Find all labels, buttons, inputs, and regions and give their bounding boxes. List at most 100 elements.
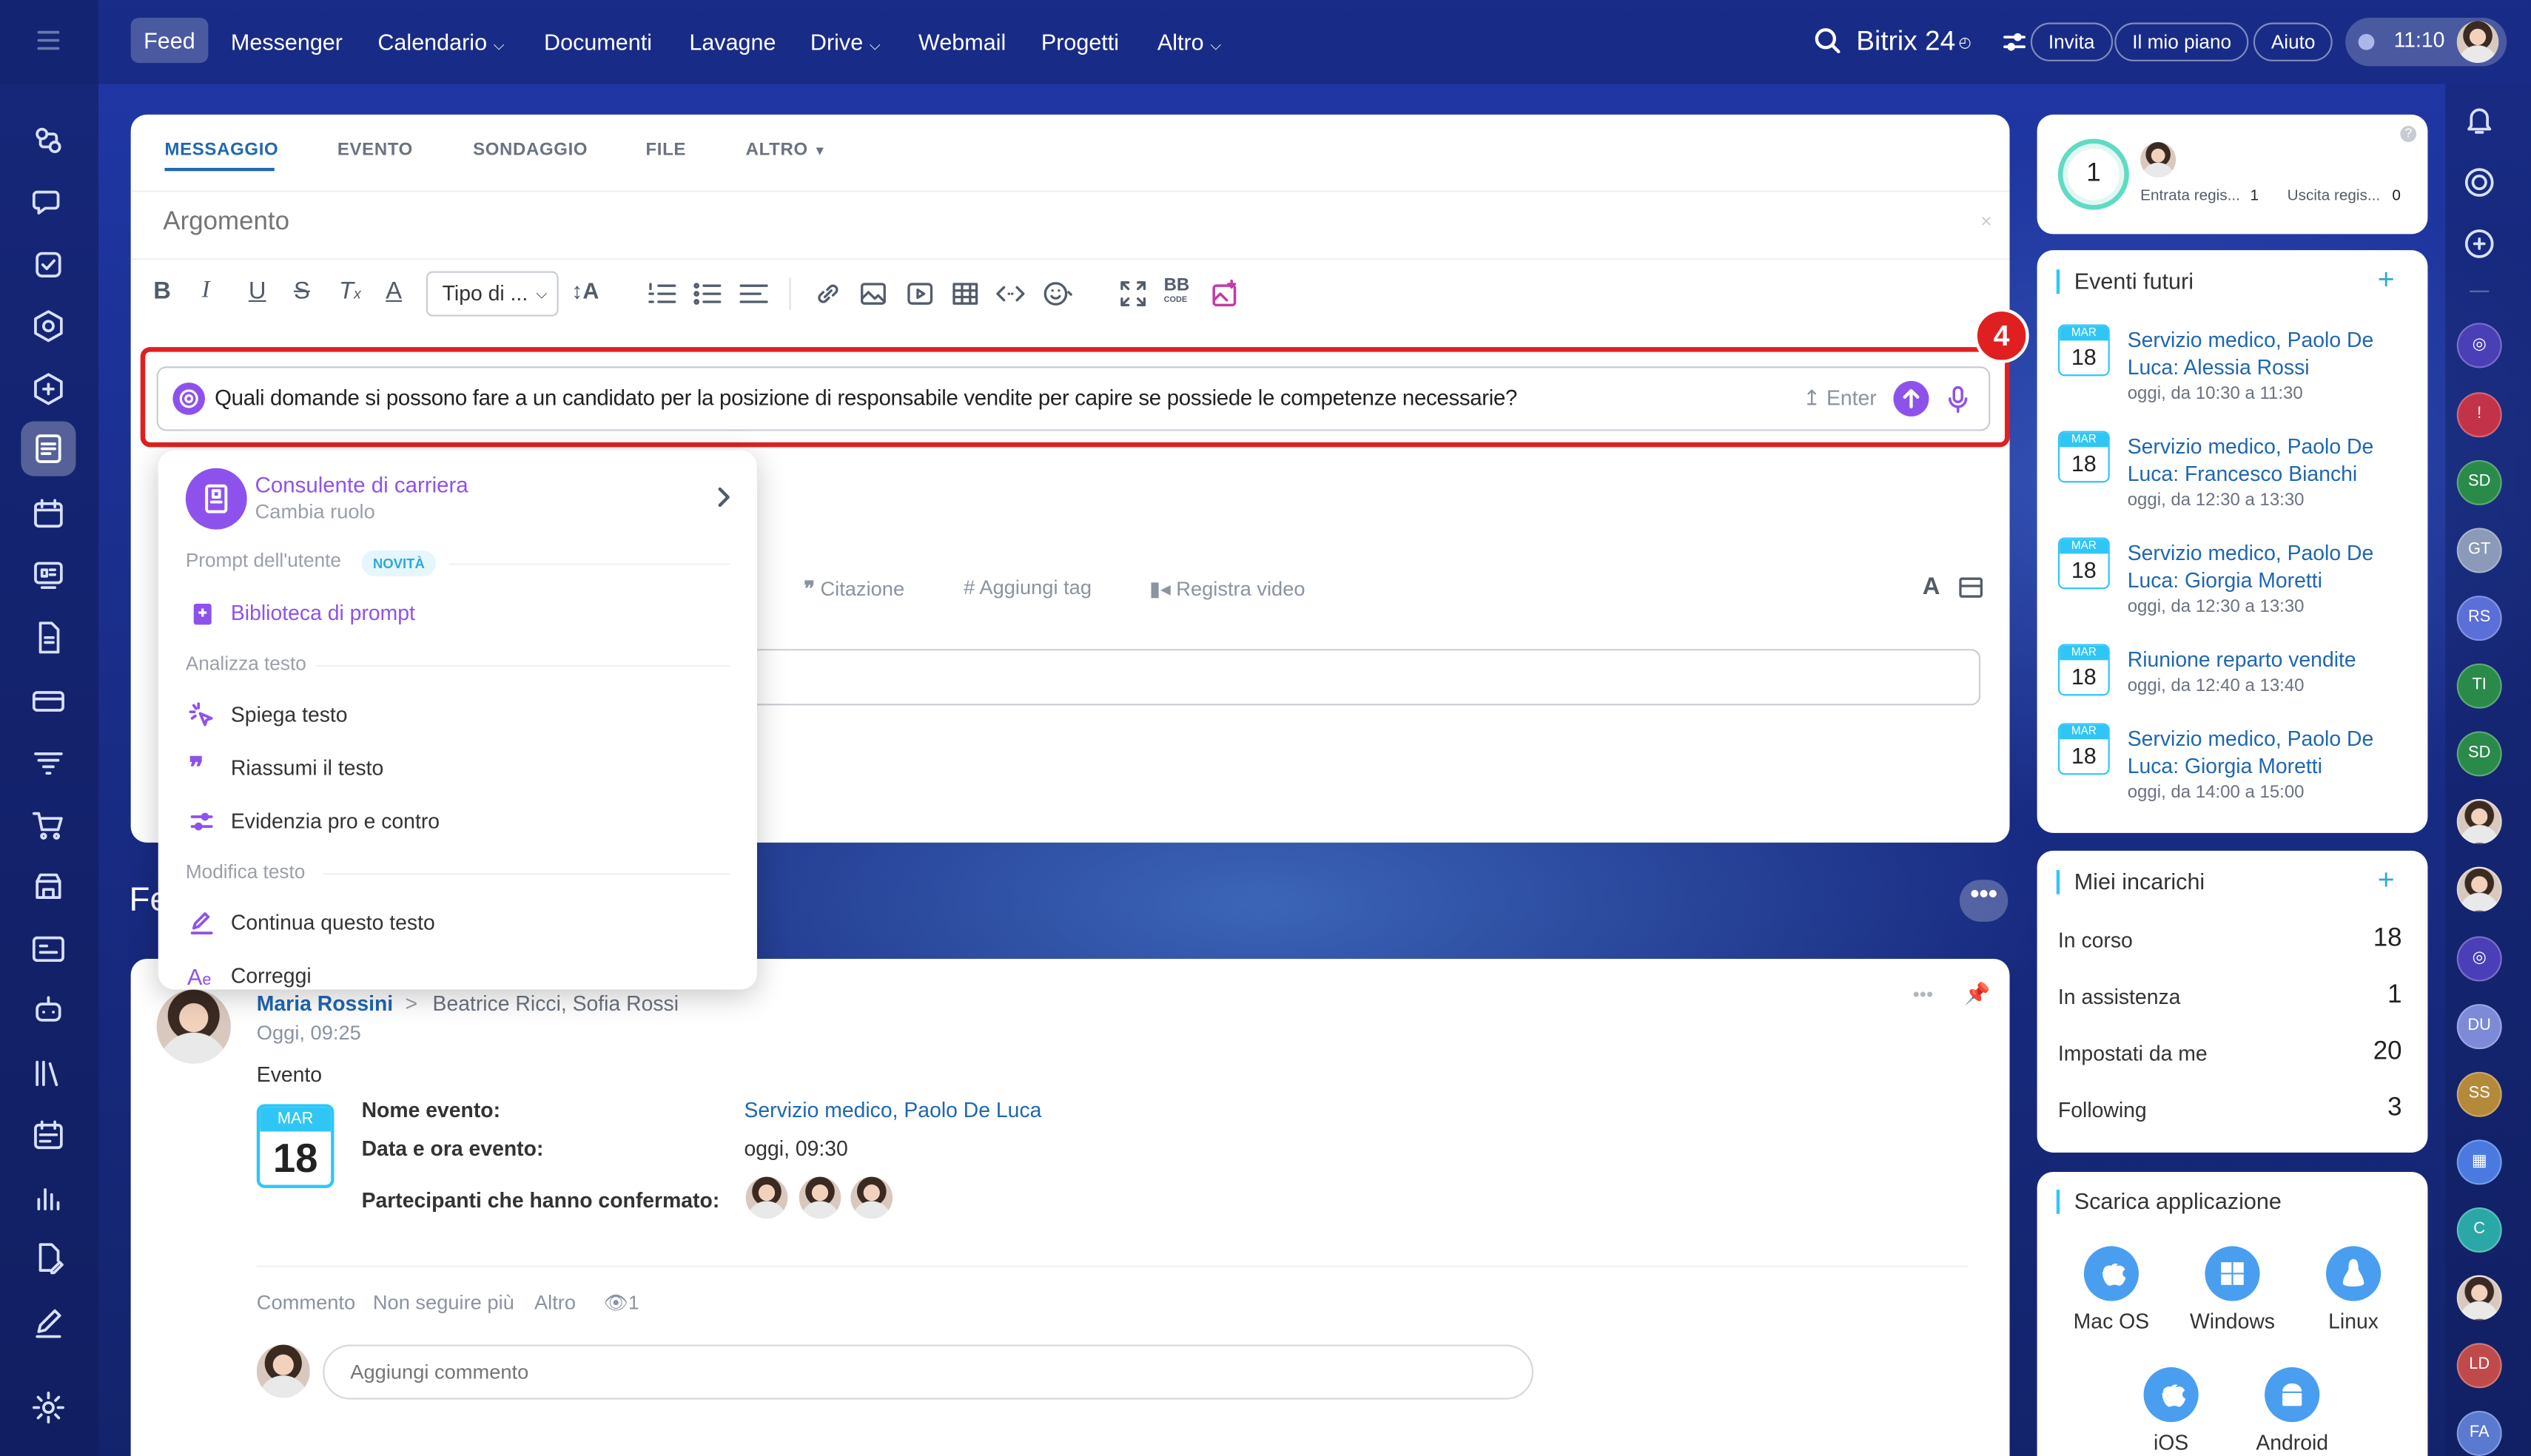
event-title[interactable]: Servizio medico, Paolo De Luca: Alessia … xyxy=(2128,326,2402,381)
add-task-icon[interactable]: + xyxy=(2378,863,2395,897)
font-color-icon[interactable]: A xyxy=(386,277,418,310)
emoji-icon[interactable] xyxy=(1041,277,1074,310)
recipients-field[interactable] xyxy=(742,649,1981,706)
comment-input[interactable] xyxy=(323,1344,1534,1400)
participant-avatar[interactable] xyxy=(745,1176,788,1219)
prompt-library-item[interactable]: Biblioteca di prompt xyxy=(231,601,415,625)
task-row-count[interactable]: 18 xyxy=(2373,925,2402,954)
send-button[interactable] xyxy=(1893,380,1929,417)
sliders-icon[interactable] xyxy=(2002,29,2028,55)
chat-avatar[interactable]: C xyxy=(2456,1207,2502,1253)
table-icon[interactable] xyxy=(949,277,981,310)
filter-icon[interactable] xyxy=(27,741,70,783)
clear-format-icon[interactable]: Tx xyxy=(339,277,372,310)
participant-avatar[interactable] xyxy=(850,1176,893,1219)
chat-user-avatar[interactable] xyxy=(2456,866,2502,912)
quote-action[interactable]: ❞ Citazione xyxy=(804,576,904,601)
apple-icon[interactable] xyxy=(2083,1246,2139,1301)
chat-icon[interactable] xyxy=(27,181,70,223)
cart-icon[interactable] xyxy=(27,804,70,846)
search-icon[interactable] xyxy=(1812,26,1841,55)
checkbox-icon[interactable] xyxy=(27,243,70,286)
change-role-link[interactable]: Cambia ruolo xyxy=(255,500,375,523)
link-icon[interactable] xyxy=(812,277,844,310)
chat-avatar[interactable]: GT xyxy=(2456,528,2502,573)
library-icon[interactable] xyxy=(27,1053,70,1095)
crm-icon[interactable] xyxy=(27,368,70,410)
nav-drive[interactable]: Drive ⌵ xyxy=(810,23,881,61)
copilot-chat-icon[interactable] xyxy=(2461,165,2497,200)
nav-feed[interactable]: Feed xyxy=(130,18,209,64)
tab-altro[interactable]: ALTRO ▼ xyxy=(746,141,827,160)
author-avatar[interactable] xyxy=(156,989,231,1064)
ios-icon[interactable] xyxy=(2143,1367,2199,1423)
linux-label[interactable]: Linux xyxy=(2281,1309,2426,1333)
tasks-flow-icon[interactable] xyxy=(27,119,70,161)
time-widget[interactable]: 11:10 xyxy=(2345,18,2507,67)
unfollow-action[interactable]: Non seguire più xyxy=(373,1291,514,1314)
plan-button[interactable]: Il mio piano xyxy=(2114,22,2250,61)
feed-more-button[interactable]: ••• xyxy=(1959,880,2009,922)
underline-icon[interactable]: U xyxy=(249,277,281,310)
copilot-avatar[interactable]: ◎ xyxy=(2456,936,2502,982)
task-row-count[interactable]: 3 xyxy=(2387,1094,2401,1123)
tab-evento[interactable]: EVENTO xyxy=(337,141,413,160)
font-toggle[interactable]: A xyxy=(1923,573,1940,601)
chat-avatar[interactable]: TI xyxy=(2456,663,2502,709)
hexagon-icon[interactable] xyxy=(27,305,70,347)
card-icon[interactable] xyxy=(27,680,70,722)
dashboard-icon[interactable] xyxy=(27,553,70,596)
task-row-label[interactable]: In assistenza xyxy=(2058,985,2180,1009)
nav-altro[interactable]: Altro ⌵ xyxy=(1157,23,1221,61)
chat-user-avatar[interactable] xyxy=(2456,1275,2502,1321)
task-row-label[interactable]: In corso xyxy=(2058,928,2133,953)
nav-progetti[interactable]: Progetti xyxy=(1041,23,1119,61)
chat-avatar[interactable]: DU xyxy=(2456,1004,2502,1050)
calendar-icon[interactable] xyxy=(27,492,70,534)
task-row-label[interactable]: Impostati da me xyxy=(2058,1041,2208,1065)
panel-toggle-icon[interactable] xyxy=(1958,576,1984,599)
calendar-chat-icon[interactable]: ▦ xyxy=(2456,1139,2502,1185)
timeman-counter[interactable]: 1 xyxy=(2057,138,2129,210)
feed-icon[interactable] xyxy=(27,428,70,470)
chat-avatar[interactable]: LD xyxy=(2456,1343,2502,1389)
task-row-count[interactable]: 20 xyxy=(2373,1038,2402,1067)
comment-action[interactable]: Commento xyxy=(257,1291,355,1314)
event-name-link[interactable]: Servizio medico, Paolo De Luca xyxy=(744,1098,1041,1122)
pin-icon[interactable]: 📌 xyxy=(1964,982,1990,1008)
post-menu-icon[interactable]: ••• xyxy=(1913,983,1934,1006)
bbcode-icon[interactable]: BB CODE xyxy=(1164,277,1197,310)
post-recipients[interactable]: Beatrice Ricci, Sofia Rossi xyxy=(433,991,679,1016)
nav-messenger[interactable]: Messenger xyxy=(231,23,343,61)
event-title[interactable]: Riunione reparto vendite xyxy=(2128,646,2402,673)
format-select[interactable]: Tipo di ... ⌵ xyxy=(426,271,559,317)
chevron-right-icon[interactable] xyxy=(712,485,735,510)
image-icon[interactable] xyxy=(857,277,890,310)
task-row-count[interactable]: 1 xyxy=(2387,982,2401,1011)
sign-document-icon[interactable] xyxy=(27,1238,70,1280)
subject-input[interactable] xyxy=(163,203,1939,243)
correct-item[interactable]: Correggi xyxy=(231,964,312,988)
copilot-avatar[interactable]: ◎ xyxy=(2456,323,2502,368)
explain-item[interactable]: Spiega testo xyxy=(231,702,348,727)
fullscreen-icon[interactable] xyxy=(1117,277,1149,310)
more-action[interactable]: Altro xyxy=(534,1291,576,1314)
role-title[interactable]: Consulente di carriera xyxy=(255,473,468,497)
event-title[interactable]: Servizio medico, Paolo De Luca: Giorgia … xyxy=(2128,539,2402,594)
chat-avatar[interactable]: SD xyxy=(2456,459,2502,505)
chat-avatar[interactable]: SS xyxy=(2456,1071,2502,1117)
document-icon[interactable] xyxy=(27,616,70,658)
participant-avatar[interactable] xyxy=(799,1176,841,1219)
record-video-action[interactable]: ▮◂ Registra video xyxy=(1149,576,1305,601)
strikethrough-icon[interactable]: S xyxy=(294,277,326,310)
video-icon[interactable] xyxy=(904,277,936,310)
copilot-image-icon[interactable] xyxy=(1209,277,1242,310)
numbered-list-icon[interactable] xyxy=(645,277,678,310)
align-icon[interactable] xyxy=(738,277,770,310)
help-icon[interactable]: ? xyxy=(2400,126,2417,143)
event-title[interactable]: Servizio medico, Paolo De Luca: Francesc… xyxy=(2128,433,2402,488)
nav-lavagne[interactable]: Lavagne xyxy=(689,23,776,61)
nav-calendario[interactable]: Calendario ⌵ xyxy=(377,23,504,61)
ai-prompt-text[interactable]: Quali domande si possono fare a un candi… xyxy=(215,385,1517,410)
font-size-icon[interactable]: ↕A xyxy=(571,277,604,310)
